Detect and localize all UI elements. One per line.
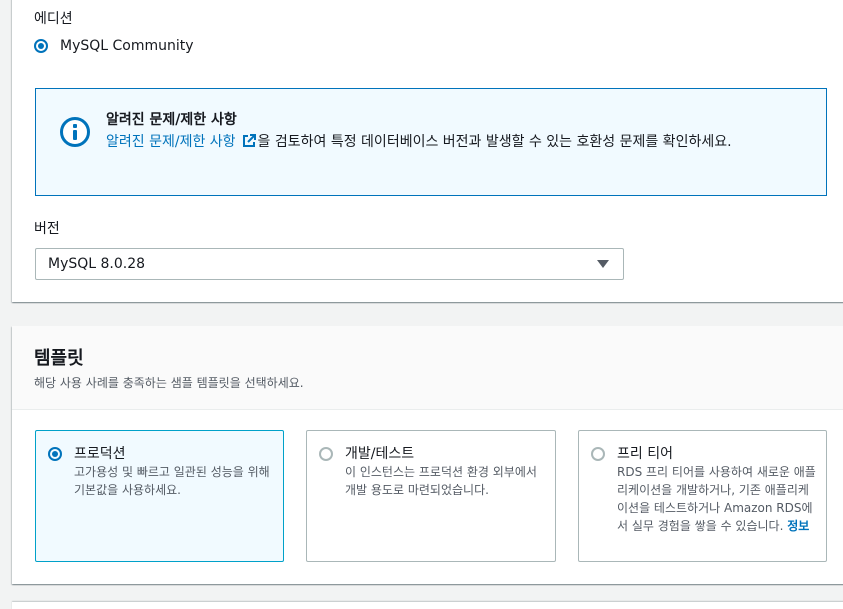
tile-description: RDS 프리 티어를 사용하여 새로운 애플리케이션을 개발하거나, 기존 애플… [617, 463, 816, 535]
templates-panel: 템플릿 해당 사용 사례를 충족하는 샘플 템플릿을 선택하세요. 프로덕션 고… [12, 326, 843, 584]
tile-title: 프리 티어 [617, 446, 673, 462]
radio-selected[interactable] [48, 447, 62, 461]
radio-unselected[interactable] [319, 447, 333, 461]
info-alert: 알려진 문제/제한 사항 알려진 문제/제한 사항을 검토하여 특정 데이터베이… [35, 88, 827, 196]
external-link-icon[interactable] [242, 134, 256, 148]
templates-header: 템플릿 해당 사용 사례를 충족하는 샘플 템플릿을 선택하세요. [12, 326, 843, 410]
radio-unselected[interactable] [591, 447, 605, 461]
edition-option-label: MySQL Community [60, 38, 194, 54]
tile-title: 개발/테스트 [345, 446, 415, 462]
template-tile-free-tier[interactable]: 프리 티어 RDS 프리 티어를 사용하여 새로운 애플리케이션을 개발하거나,… [578, 430, 827, 562]
tile-description: 고가용성 및 빠르고 일관된 성능을 위해 기본값을 사용하세요. [74, 465, 270, 497]
tile-description: 이 인스턴스는 프로덕션 환경 외부에서 개발 용도로 마련되었습니다. [345, 465, 537, 497]
next-panel-edge [12, 602, 843, 609]
template-tile-dev-test[interactable]: 개발/테스트 이 인스턴스는 프로덕션 환경 외부에서 개발 용도로 마련되었습… [306, 430, 556, 562]
version-select[interactable]: MySQL 8.0.28 [35, 248, 624, 280]
templates-description: 해당 사용 사례를 충족하는 샘플 템플릿을 선택하세요. [34, 376, 304, 390]
info-icon [60, 117, 90, 147]
templates-title: 템플릿 [34, 348, 84, 369]
alert-body-text: 을 검토하여 특정 데이터베이스 버전과 발생할 수 있는 호환성 문제를 확인… [257, 134, 732, 150]
tile-title: 프로덕션 [74, 446, 126, 462]
alert-body: 알려진 문제/제한 사항 을 검토하여 특정 데이터베이스 버전과 발생할 수 있… [106, 131, 811, 153]
version-selected-value: MySQL 8.0.28 [48, 256, 146, 272]
edition-label: 에디션 [34, 11, 73, 27]
caret-down-icon [597, 260, 609, 268]
edition-option-mysql-community[interactable]: MySQL Community [34, 38, 194, 54]
template-tile-production[interactable]: 프로덕션 고가용성 및 빠르고 일관된 성능을 위해 기본값을 사용하세요. [35, 430, 284, 562]
radio-selected[interactable] [34, 39, 48, 53]
known-issues-link[interactable]: 알려진 문제/제한 사항 [106, 134, 236, 150]
alert-title: 알려진 문제/제한 사항 [106, 112, 237, 128]
info-link[interactable]: 정보 [787, 519, 809, 533]
engine-options-panel: 에디션 MySQL Community 알려진 문제/제한 사항 알려진 문제/… [12, 0, 843, 302]
version-label: 버전 [34, 221, 60, 237]
